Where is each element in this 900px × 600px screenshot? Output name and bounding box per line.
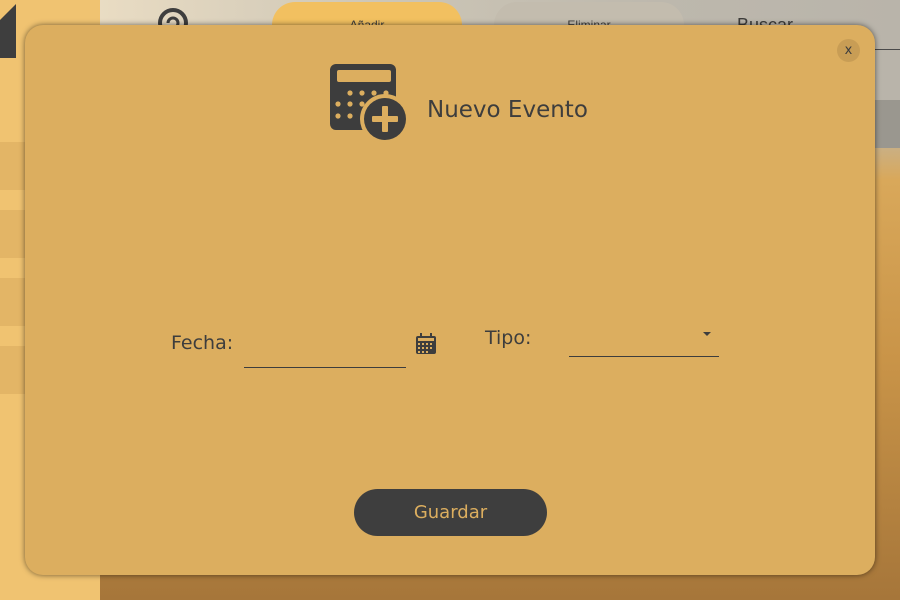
calendar-add-icon <box>330 64 410 144</box>
date-input[interactable] <box>244 339 406 368</box>
tipo-label: Tipo: <box>485 327 532 349</box>
fecha-label: Fecha: <box>171 332 234 354</box>
dialog-title: Nuevo Evento <box>427 97 588 123</box>
close-button[interactable]: x <box>837 39 860 62</box>
screen: Añadir Eliminar Buscar x Nuevo Evento Fe… <box>0 0 900 600</box>
new-event-dialog: x Nuevo Evento Fecha: Tipo: Guardar <box>25 25 875 575</box>
calendar-icon[interactable] <box>415 333 437 355</box>
save-button[interactable]: Guardar <box>354 489 547 536</box>
chevron-down-icon[interactable] <box>703 332 711 336</box>
tipo-select[interactable] <box>569 327 719 357</box>
home-icon[interactable] <box>0 0 16 58</box>
